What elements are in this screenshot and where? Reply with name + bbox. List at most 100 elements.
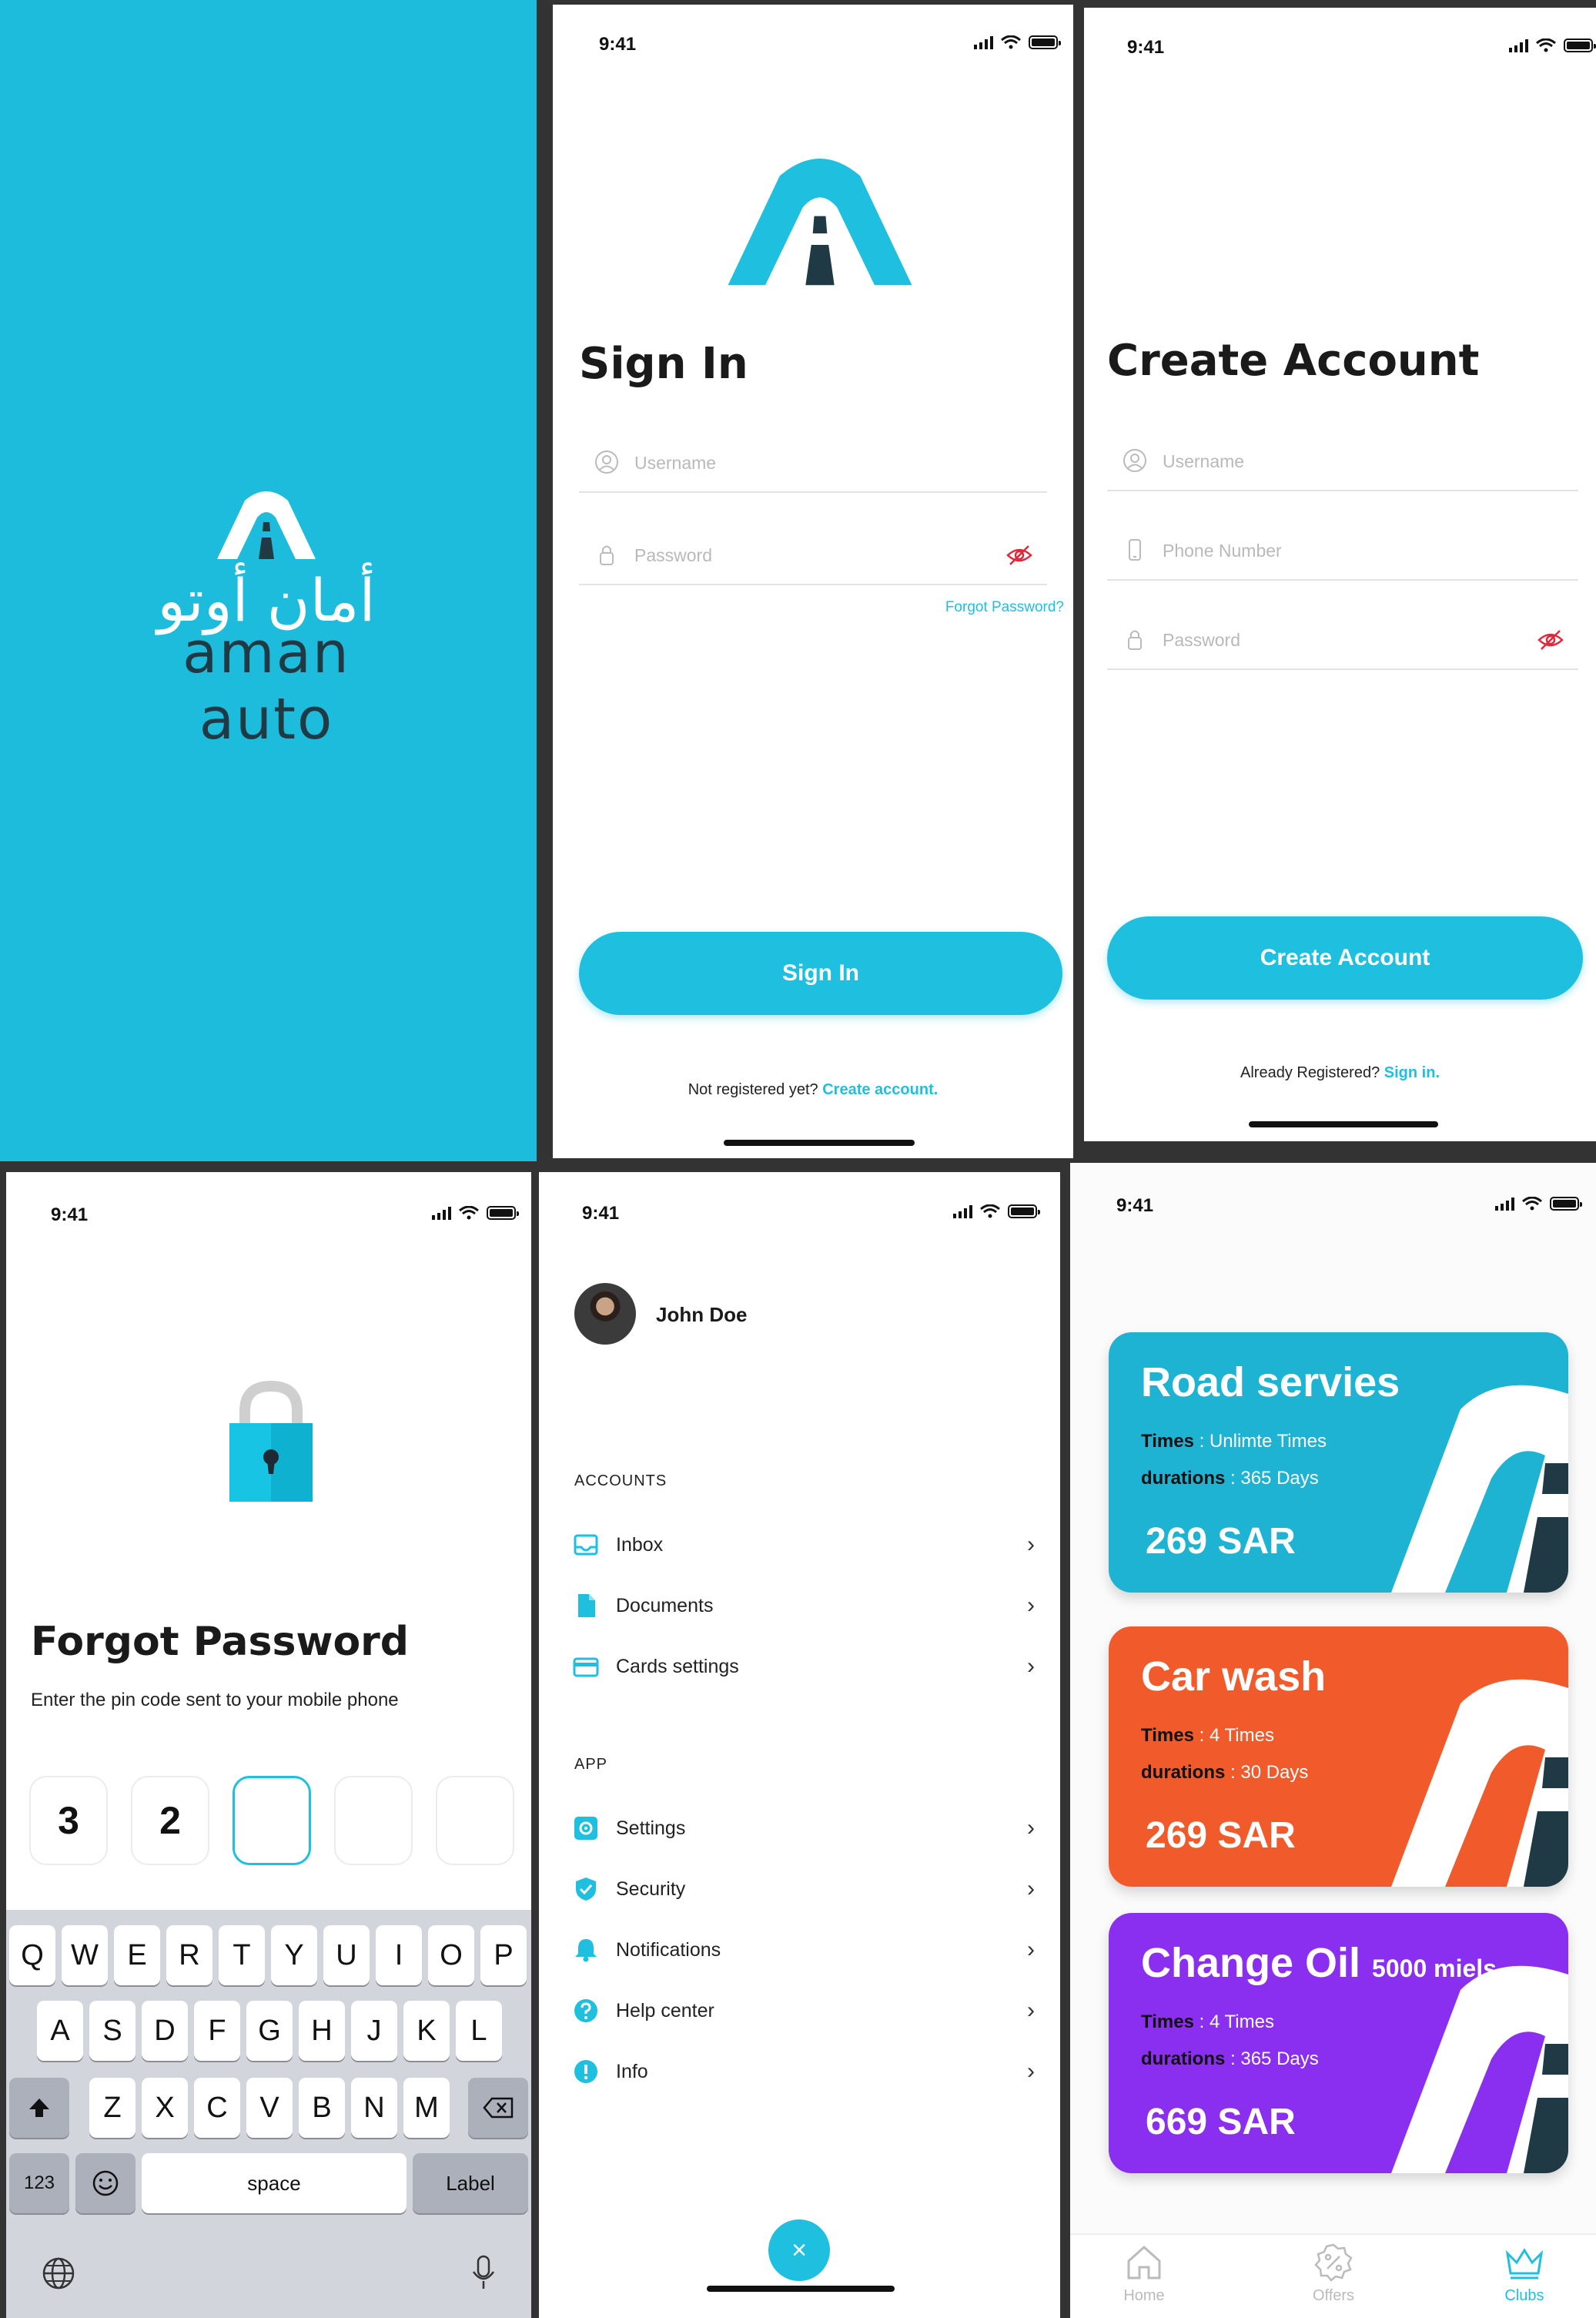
globe-icon[interactable] <box>42 2256 75 2290</box>
key-e[interactable]: E <box>114 1925 160 1985</box>
shift-key[interactable] <box>9 2078 69 2138</box>
tab-clubs[interactable]: Clubs <box>1478 2243 1571 2305</box>
key-h[interactable]: H <box>299 2001 345 2061</box>
create-account-screen: 9:41 Create Account Username Phone Numbe… <box>1084 8 1596 1141</box>
pin-digit-2[interactable]: 2 <box>131 1776 209 1865</box>
club-card-road-services[interactable]: Road servies Times : Unlimte Times durat… <box>1109 1332 1568 1593</box>
card-title-suffix: 5000 miels <box>1372 1955 1497 1982</box>
password-field[interactable]: Password <box>1107 613 1578 670</box>
sign-in-link[interactable]: Sign in. <box>1384 1064 1440 1081</box>
menu-screen: 9:41 John Doe ACCOUNTS Inbox › Documents… <box>539 1172 1060 2318</box>
key-v[interactable]: V <box>246 2078 293 2138</box>
key-d[interactable]: D <box>142 2001 188 2061</box>
phone-field[interactable]: Phone Number <box>1107 524 1578 581</box>
key-a[interactable]: A <box>37 2001 83 2061</box>
pin-digit-4[interactable] <box>334 1776 413 1865</box>
key-x[interactable]: X <box>142 2078 188 2138</box>
backspace-key[interactable] <box>468 2078 528 2138</box>
menu-item-label: Info <box>616 2060 648 2082</box>
key-c[interactable]: C <box>194 2078 240 2138</box>
key-k[interactable]: K <box>403 2001 450 2061</box>
duration-label: durations <box>1141 1762 1226 1783</box>
key-u[interactable]: U <box>323 1925 370 1985</box>
password-field[interactable]: Password <box>579 528 1047 585</box>
app-heading: APP <box>574 1756 608 1773</box>
emoji-key[interactable] <box>75 2153 136 2213</box>
user-icon <box>595 451 618 474</box>
eye-off-icon[interactable] <box>1537 628 1564 652</box>
menu-item-info[interactable]: Info › <box>573 2048 1035 2095</box>
battery-icon <box>1550 1197 1582 1211</box>
menu-item-label: Security <box>616 1878 686 1900</box>
menu-item-label: Inbox <box>616 1533 664 1556</box>
microphone-icon[interactable] <box>471 2255 496 2292</box>
signal-icon <box>974 35 993 49</box>
pin-digit-3[interactable] <box>233 1776 311 1865</box>
wifi-icon <box>459 1206 479 1220</box>
create-account-link[interactable]: Create account. <box>822 1081 938 1098</box>
key-t[interactable]: T <box>219 1925 265 1985</box>
brand-name: aman auto <box>182 620 350 752</box>
tab-label: Offers <box>1312 2287 1355 2304</box>
key-j[interactable]: J <box>351 2001 397 2061</box>
menu-item-inbox[interactable]: Inbox › <box>573 1522 1035 1568</box>
key-p[interactable]: P <box>480 1925 527 1985</box>
chevron-right-icon: › <box>1027 2058 1035 2084</box>
status-time: 9:41 <box>1127 37 1165 58</box>
key-o[interactable]: O <box>428 1925 474 1985</box>
page-title: Sign In <box>579 339 748 389</box>
key-g[interactable]: G <box>246 2001 293 2061</box>
wifi-icon <box>980 1204 1000 1218</box>
menu-item-security[interactable]: Security › <box>573 1866 1035 1912</box>
key-m[interactable]: M <box>403 2078 450 2138</box>
duration-label: durations <box>1141 2048 1226 2069</box>
menu-item-help-center[interactable]: Help center › <box>573 1988 1035 2034</box>
home-indicator <box>724 1140 915 1146</box>
menu-item-notifications[interactable]: Notifications › <box>573 1927 1035 1973</box>
pin-digit-5[interactable] <box>436 1776 514 1865</box>
key-y[interactable]: Y <box>271 1925 317 1985</box>
key-w[interactable]: W <box>62 1925 108 1985</box>
key-n[interactable]: N <box>351 2078 397 2138</box>
times-value: : Unlimte Times <box>1199 1431 1327 1452</box>
username-field[interactable]: Username <box>1107 434 1578 491</box>
signal-icon <box>432 1206 451 1220</box>
create-account-button[interactable]: Create Account <box>1107 916 1583 1000</box>
space-key[interactable]: space <box>142 2153 407 2213</box>
close-button[interactable]: × <box>768 2219 830 2281</box>
sign-in-button[interactable]: Sign In <box>579 932 1062 1015</box>
wifi-icon <box>1001 35 1021 49</box>
bell-icon <box>575 1939 597 1962</box>
key-l[interactable]: L <box>456 2001 502 2061</box>
times-value: : 4 Times <box>1199 2012 1274 2032</box>
club-card-car-wash[interactable]: Car wash Times : 4 Times durations : 30 … <box>1109 1626 1568 1887</box>
eye-off-icon[interactable] <box>1005 544 1033 567</box>
club-card-change-oil[interactable]: Change Oil 5000 miels Times : 4 Times du… <box>1109 1913 1568 2173</box>
card-title-main: Change Oil <box>1141 1940 1361 1986</box>
numbers-key[interactable]: 123 <box>9 2153 69 2213</box>
duration-label: durations <box>1141 1468 1226 1489</box>
card-duration: durations : 30 Days <box>1141 1762 1308 1784</box>
return-key[interactable]: Label <box>413 2153 528 2213</box>
password-placeholder: Password <box>1163 630 1240 650</box>
road-logo-decoration <box>1391 1679 1568 1887</box>
key-z[interactable]: Z <box>89 2078 136 2138</box>
pin-digit-1[interactable]: 3 <box>29 1776 108 1865</box>
tab-home[interactable]: Home <box>1098 2243 1190 2305</box>
key-s[interactable]: S <box>89 2001 136 2061</box>
key-r[interactable]: R <box>166 1925 212 1985</box>
forgot-password-link[interactable]: Forgot Password? <box>945 599 1064 616</box>
key-b[interactable]: B <box>299 2078 345 2138</box>
menu-item-cards-settings[interactable]: Cards settings › <box>573 1643 1035 1690</box>
key-q[interactable]: Q <box>9 1925 55 1985</box>
tab-offers[interactable]: Offers <box>1287 2243 1380 2305</box>
menu-item-documents[interactable]: Documents › <box>573 1583 1035 1629</box>
road-logo-decoration <box>1391 1965 1568 2173</box>
avatar[interactable] <box>574 1283 636 1345</box>
key-i[interactable]: I <box>376 1925 422 1985</box>
menu-item-settings[interactable]: Settings › <box>573 1805 1035 1851</box>
username-field[interactable]: Username <box>579 436 1047 493</box>
tab-bar: Home Offers Clubs <box>1070 2233 1596 2318</box>
key-f[interactable]: F <box>194 2001 240 2061</box>
phone-placeholder: Phone Number <box>1163 541 1282 561</box>
